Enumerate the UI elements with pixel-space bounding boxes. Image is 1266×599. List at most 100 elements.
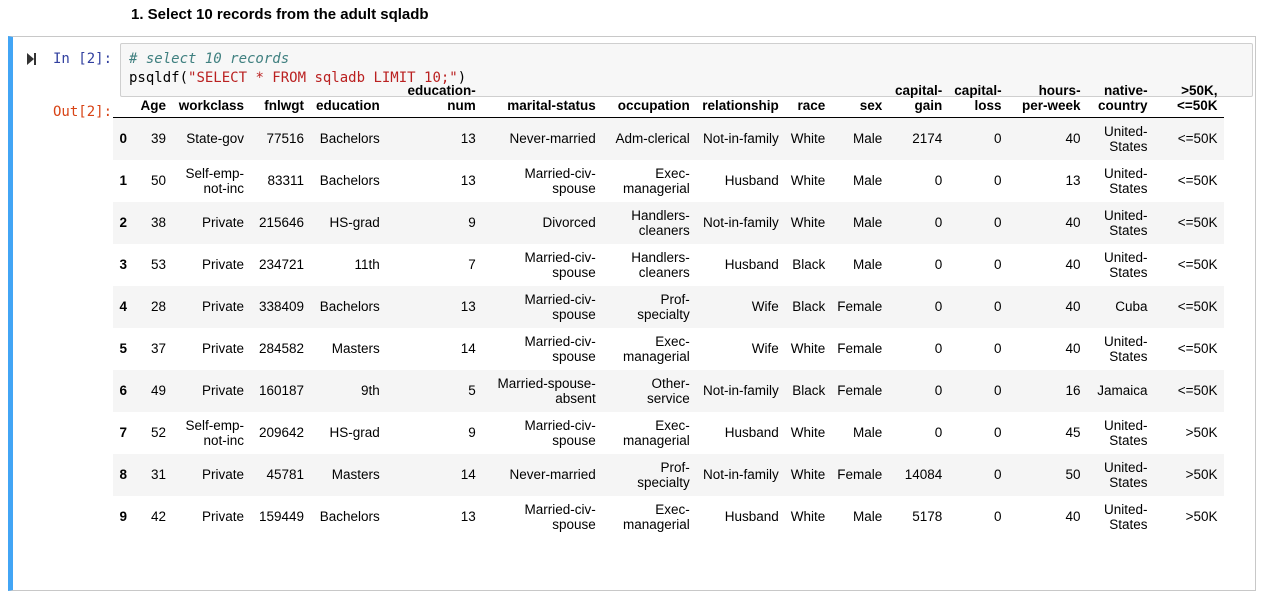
cell-text: spouse: [552, 264, 596, 280]
table-cell: Masters: [331, 341, 380, 356]
table-cell: Private: [172, 244, 250, 286]
column-header-text: marital-status: [507, 97, 596, 113]
column-header-text: education: [316, 97, 380, 113]
cell-text: Self-emp-: [185, 165, 244, 181]
table-row: 8 31 Private 45781 Masters 14 Never-married Pro…: [113, 453, 1224, 496]
table-cell: Masters: [331, 467, 380, 482]
table-cell: 38: [150, 215, 166, 230]
table-cell: 209642: [258, 425, 304, 440]
table-cell: Married-civ-spouse: [482, 160, 602, 202]
table-cell: United- States: [1087, 496, 1154, 538]
table-cell: Handlers-cleaners: [602, 202, 696, 244]
table-cell: Male: [853, 173, 883, 188]
column-header-text: <=50K: [1177, 97, 1218, 113]
table-cell: Exec-managerial: [602, 328, 696, 370]
row-index: 1: [119, 173, 127, 188]
table-cell: 0: [994, 425, 1002, 440]
row-index: 4: [119, 299, 127, 314]
cell-text: United-: [1104, 123, 1148, 139]
column-header-text: fnlwgt: [264, 97, 304, 113]
cell-text: Private: [201, 257, 244, 272]
cell-text: States: [1109, 264, 1148, 280]
column-header: education-num: [385, 80, 482, 118]
table-cell: 31: [150, 467, 166, 482]
input-prompt: In [2]:: [53, 51, 113, 67]
column-header: relationship: [695, 80, 785, 118]
cell-text: States: [1109, 138, 1148, 154]
table-row: 9 42 Private 159449 Bachelors 13 Married-civ-s…: [113, 496, 1224, 538]
table-cell: 0: [994, 257, 1002, 272]
cell-text: cleaners: [638, 264, 690, 280]
column-header-text: native-: [1104, 82, 1148, 98]
table-row: 4 28 Private 338409 Bachelors 13 Married-civ-s…: [113, 285, 1224, 328]
column-header-text: capital-: [954, 82, 1002, 98]
table-cell: 9: [468, 215, 476, 230]
table-cell: Married-civ-spouse: [482, 244, 602, 286]
cell-text: States: [1109, 474, 1148, 490]
table-row: 5 37 Private 284582 Masters 14 Married-civ-spo…: [113, 328, 1224, 370]
cell-text: United-: [1104, 333, 1148, 349]
row-index: 6: [119, 383, 127, 398]
table-cell: Married-civ-spouse: [482, 328, 602, 370]
table-cell: 0: [994, 299, 1002, 314]
table-cell: United- States: [1087, 454, 1154, 496]
table-cell: Exec-managerial: [602, 496, 696, 538]
column-header-text: race: [797, 97, 826, 113]
cell-text: spouse: [552, 306, 596, 322]
column-header-text: >50K,: [1181, 82, 1218, 98]
table-cell: Self-emp-not-inc: [172, 412, 250, 454]
cell-text: spouse: [552, 180, 596, 196]
column-header-text: capital-: [895, 82, 943, 98]
table-cell: 5178: [912, 509, 943, 524]
table-cell: Married-spouse-absent: [482, 370, 602, 412]
table-cell: Not-in-family: [703, 131, 779, 146]
cell-text: managerial: [622, 516, 690, 532]
column-header: race: [784, 80, 832, 118]
table-cell: 0: [934, 383, 943, 398]
cell-text: State-gov: [186, 131, 244, 146]
table-cell: 0: [934, 341, 943, 356]
table-cell: 40: [1065, 509, 1081, 524]
table-cell: Wife: [751, 341, 779, 356]
table-cell: Husband: [724, 257, 779, 272]
table-cell: Male: [853, 425, 883, 440]
table-cell: Female: [837, 467, 883, 482]
table-cell: 40: [1065, 215, 1081, 230]
table-cell: 7: [468, 257, 476, 272]
cell-text: United-: [1104, 165, 1148, 181]
cell-text: States: [1109, 222, 1148, 238]
table-cell: White: [790, 509, 826, 524]
table-cell: 13: [460, 173, 476, 188]
cell-text: United-: [1104, 249, 1148, 265]
table-cell: HS-grad: [329, 425, 380, 440]
cell-text: Handlers-: [631, 207, 690, 223]
table-cell: 14: [460, 341, 476, 356]
cell-text: Exec-: [655, 165, 690, 181]
table-cell: United- States: [1087, 244, 1154, 286]
column-header: capital-loss: [948, 80, 1008, 118]
column-header-text: workclass: [178, 97, 244, 113]
table-cell: 14084: [904, 467, 943, 482]
row-index: 8: [119, 467, 127, 482]
table-cell: Private: [172, 328, 250, 370]
cell-text: Married-civ-: [524, 165, 596, 181]
cell-text: Exec-: [655, 333, 690, 349]
cell-text: spouse: [552, 348, 596, 364]
table-cell: Not-in-family: [703, 467, 779, 482]
cell-text: Married-civ-: [524, 249, 596, 265]
table-cell: 45781: [266, 467, 304, 482]
table-cell: 0: [934, 173, 943, 188]
table-cell: 0: [934, 299, 943, 314]
table-cell: <=50K: [1177, 215, 1218, 230]
column-header-text: gain: [914, 97, 943, 113]
table-cell: 9th: [360, 383, 380, 398]
cell-text: Other-: [651, 375, 690, 391]
table-cell: 159449: [258, 509, 304, 524]
table-cell: 0: [934, 215, 943, 230]
table-cell: 14: [460, 467, 476, 482]
run-cell-icon[interactable]: [27, 53, 39, 67]
table-body: 0 39 State-gov 77516 Bachelors 13 Never-marrie…: [113, 117, 1224, 538]
table-cell: 42: [150, 509, 166, 524]
table-cell: Exec-managerial: [602, 412, 696, 454]
cell-text: managerial: [622, 348, 690, 364]
